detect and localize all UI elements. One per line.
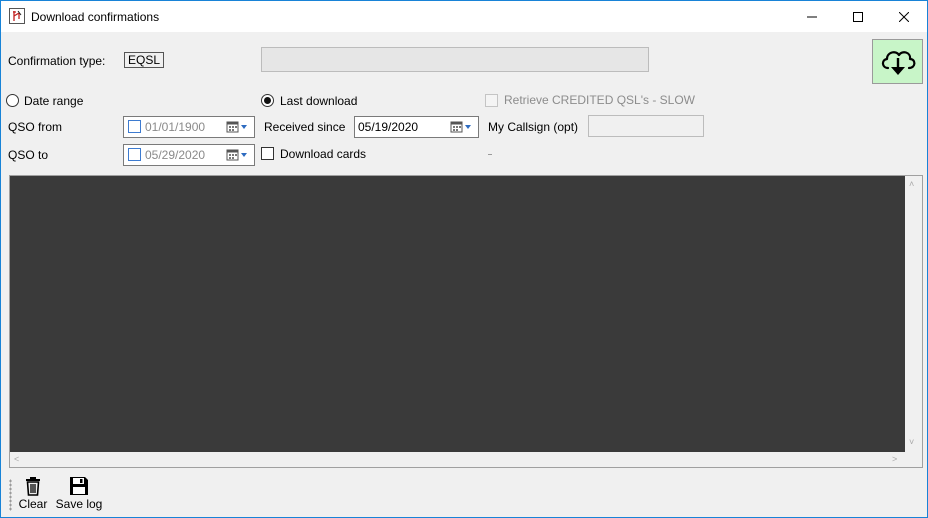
received-since-value: 05/19/2020 [358,120,419,134]
maximize-icon [853,11,863,22]
cloud-download-icon [881,50,915,75]
title-bar[interactable]: Download confirmations [1,1,927,32]
floppy-disk-icon [70,477,88,495]
maximize-button[interactable] [835,1,881,32]
horizontal-scrollbar[interactable]: ˂ ˃ [10,452,905,467]
last-download-radio[interactable] [261,94,274,107]
qso-to-value: 05/29/2020 [145,148,206,162]
minimize-icon [807,16,817,17]
window-title: Download confirmations [31,10,160,24]
close-button[interactable] [881,1,927,32]
download-cards-label[interactable]: Download cards [280,147,366,161]
app-icon[interactable] [9,8,25,24]
date-range-label[interactable]: Date range [24,94,83,108]
download-cards-checkbox[interactable] [261,147,274,160]
qso-from-label: QSO from [8,120,63,134]
qso-to-date-picker[interactable]: 05/29/2020 [123,144,255,166]
trash-icon [26,477,40,496]
date-range-radio[interactable] [6,94,19,107]
toolbar-grip[interactable] [9,479,12,511]
received-since-label: Received since [264,120,346,134]
scroll-down-icon[interactable]: ˅ [909,438,914,447]
scroll-left-icon[interactable]: ˂ [14,455,19,464]
scrollbar-corner [905,452,922,467]
scroll-up-icon[interactable]: ˄ [909,180,914,189]
download-confirmations-window: Download confirmations Confirmation type… [0,0,928,518]
log-panel[interactable]: ˄ ˅ ˂ ˃ [9,175,923,468]
qso-from-value: 01/01/1900 [145,120,206,134]
qso-from-checkbox[interactable] [128,120,141,133]
close-icon [899,11,909,22]
retrieve-credited-label[interactable]: Retrieve CREDITED QSL's - SLOW [504,93,695,107]
confirmation-type-value[interactable]: EQSL [124,52,165,68]
my-callsign-label: My Callsign (opt) [488,120,579,134]
retrieve-credited-checkbox[interactable] [485,94,498,107]
download-progress-bar [261,47,649,72]
qso-to-label: QSO to [8,148,49,162]
qso-from-date-picker[interactable]: 01/01/1900 [123,116,255,138]
calendar-icon[interactable] [226,148,250,162]
minimize-button[interactable] [789,1,835,32]
log-output[interactable] [10,176,905,452]
calendar-icon[interactable] [226,120,250,134]
bottom-toolbar: Clear Save log [1,473,927,517]
status-indicator [488,154,492,155]
clear-button[interactable]: Clear [17,475,49,515]
download-button[interactable] [872,39,923,84]
save-log-button-label: Save log [55,497,103,511]
qso-to-checkbox[interactable] [128,148,141,161]
last-download-label[interactable]: Last download [280,94,357,108]
clear-button-label: Clear [18,497,48,511]
calendar-icon[interactable] [450,120,474,134]
scroll-right-icon[interactable]: ˃ [892,455,897,464]
save-log-button[interactable]: Save log [55,475,103,515]
my-callsign-input[interactable] [588,115,704,137]
confirmation-type-label: Confirmation type: [8,54,106,68]
vertical-scrollbar[interactable]: ˄ ˅ [905,176,922,452]
received-since-date-picker[interactable]: 05/19/2020 [354,116,479,138]
